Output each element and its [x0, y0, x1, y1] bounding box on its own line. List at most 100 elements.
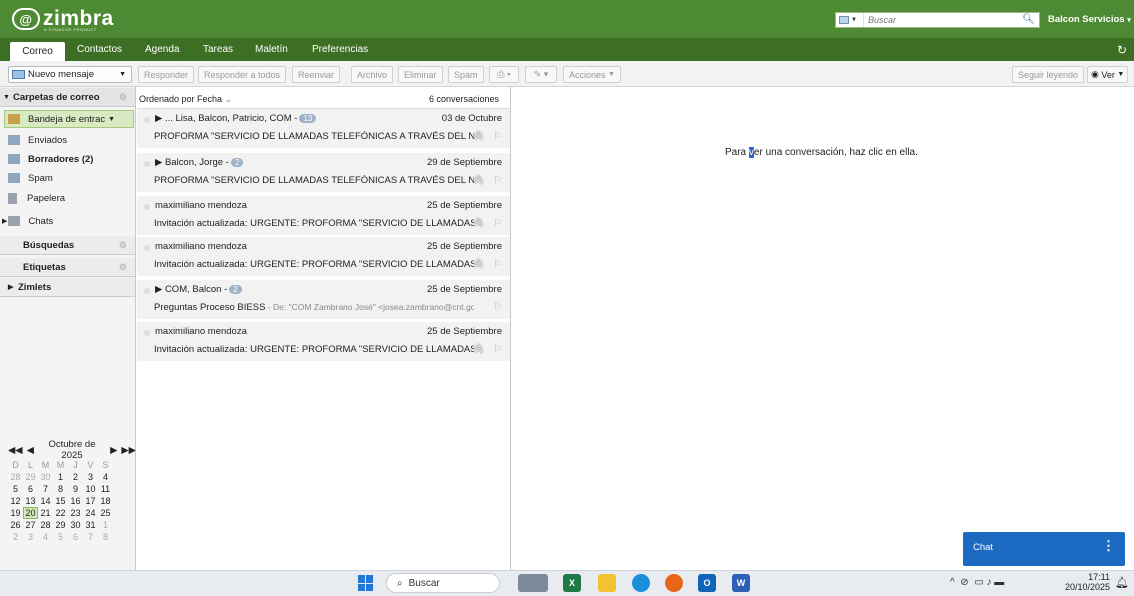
- more-options-icon[interactable]: ⋮: [1102, 538, 1115, 554]
- calendar-day[interactable]: 22: [53, 508, 68, 518]
- tab-preferencias[interactable]: Preferencias: [312, 44, 368, 55]
- calendar-day[interactable]: 8: [98, 532, 113, 542]
- prev-year-icon[interactable]: ◀◀: [8, 445, 23, 456]
- new-message-button[interactable]: Nuevo mensaje ▼: [8, 66, 132, 83]
- chevron-down-icon[interactable]: ▼: [108, 116, 115, 123]
- calendar-day[interactable]: 28: [8, 472, 23, 482]
- calendar-day[interactable]: 15: [53, 496, 68, 506]
- gear-icon[interactable]: ⚙: [119, 92, 127, 103]
- conversation-row[interactable]: ▶ Balcon, Jorge -2 29 de Septiembre PROFOR…: [137, 153, 510, 193]
- calendar-day[interactable]: 16: [68, 496, 83, 506]
- search-input[interactable]: [864, 13, 1014, 27]
- calendar-day[interactable]: 18: [98, 496, 113, 506]
- actions-dropdown[interactable]: Acciones ▼: [563, 66, 621, 83]
- calendar-day[interactable]: 7: [38, 484, 53, 494]
- sidebar-item-drafts[interactable]: Borradores (2): [8, 150, 134, 168]
- calendar-day[interactable]: 19: [8, 508, 23, 518]
- calendar-day[interactable]: 30: [68, 520, 83, 530]
- tab-correo[interactable]: Correo: [10, 42, 65, 61]
- unread-dot-icon[interactable]: [144, 245, 150, 251]
- unread-dot-icon[interactable]: [144, 204, 150, 210]
- archive-button[interactable]: Archivo: [351, 66, 394, 83]
- folders-header[interactable]: ▼ Carpetas de correo ⚙: [0, 88, 135, 107]
- calendar-day[interactable]: 5: [8, 484, 23, 494]
- battery-icon[interactable]: ▬: [994, 577, 1004, 588]
- tag-button[interactable]: ✎ ▾: [525, 66, 557, 83]
- calendar-day[interactable]: 3: [23, 532, 38, 542]
- print-button[interactable]: ⎙ ▾: [489, 66, 519, 83]
- next-year-icon[interactable]: ▶▶: [121, 445, 136, 456]
- taskbar-search[interactable]: ⌕ Buscar: [386, 573, 500, 593]
- reply-button[interactable]: Responder: [138, 66, 195, 83]
- calendar-day[interactable]: 8: [53, 484, 68, 494]
- notification-icon[interactable]: 🔔︎: [1115, 576, 1129, 589]
- unread-dot-icon[interactable]: [144, 288, 150, 294]
- system-tray[interactable]: ^ ⊘ ▭ ♪ ▬: [950, 577, 1004, 588]
- calendar-day[interactable]: 6: [68, 532, 83, 542]
- edge-icon[interactable]: [632, 574, 650, 592]
- calendar-day[interactable]: 2: [68, 472, 83, 482]
- conversation-row[interactable]: maximiliano mendoza 25 de Septiembre Invit…: [137, 196, 510, 236]
- calendar-day[interactable]: 17: [83, 496, 98, 506]
- unread-dot-icon[interactable]: [144, 330, 150, 336]
- calendar-day[interactable]: 4: [98, 472, 113, 482]
- calendar-day[interactable]: 29: [53, 520, 68, 530]
- spam-button[interactable]: Spam: [448, 66, 484, 83]
- delete-button[interactable]: Eliminar: [398, 66, 443, 83]
- calendar-day[interactable]: 25: [98, 508, 113, 518]
- firefox-icon[interactable]: [665, 574, 683, 592]
- conversation-row[interactable]: maximiliano mendoza 25 de Septiembre Invit…: [137, 322, 510, 362]
- flag-icon[interactable]: ⚐: [493, 344, 502, 355]
- sidebar-item-sent[interactable]: Enviados: [8, 131, 134, 149]
- next-month-icon[interactable]: ▶: [110, 445, 117, 456]
- reply-all-button[interactable]: Responder a todos: [198, 66, 287, 83]
- sidebar-item-inbox[interactable]: Bandeja de entrac ▼: [4, 110, 134, 128]
- widgets-icon[interactable]: [518, 574, 548, 592]
- volume-icon[interactable]: ♪: [986, 577, 991, 588]
- tab-agenda[interactable]: Agenda: [145, 44, 179, 55]
- calendar-day[interactable]: 5: [53, 532, 68, 542]
- calendar-day[interactable]: 4: [38, 532, 53, 542]
- calendar-day[interactable]: 29: [23, 472, 38, 482]
- chevron-up-icon[interactable]: ^: [950, 577, 955, 588]
- sidebar-item-chats[interactable]: ▶ Chats: [2, 212, 128, 230]
- keep-reading-button[interactable]: Seguir leyendo: [1012, 66, 1085, 83]
- conversation-row[interactable]: ▶ ... Lisa, Balcon, Patricio, COM -13 03 …: [137, 109, 510, 149]
- search-scope-dropdown[interactable]: ▼: [836, 13, 864, 27]
- calendar-day[interactable]: 28: [38, 520, 53, 530]
- prev-month-icon[interactable]: ◀: [27, 445, 34, 456]
- word-icon[interactable]: W: [732, 574, 750, 592]
- chat-widget[interactable]: Chat ⋮: [963, 532, 1125, 566]
- view-dropdown[interactable]: ◉ Ver ▼: [1087, 66, 1129, 83]
- calendar-day[interactable]: 2: [8, 532, 23, 542]
- tab-tareas[interactable]: Tareas: [203, 44, 233, 55]
- display-icon[interactable]: ▭: [974, 577, 983, 588]
- calendar-day[interactable]: 31: [83, 520, 98, 530]
- tab-maletin[interactable]: Maletín: [255, 44, 288, 55]
- calendar-day[interactable]: 13: [23, 496, 38, 506]
- chevron-down-icon[interactable]: ▼: [119, 71, 126, 78]
- windows-start-icon[interactable]: [358, 575, 374, 591]
- calendar-day[interactable]: 20: [23, 507, 38, 519]
- calendar-day[interactable]: 24: [83, 508, 98, 518]
- gear-icon[interactable]: ⚙: [119, 262, 127, 273]
- file-explorer-icon[interactable]: [598, 574, 616, 592]
- calendar-day[interactable]: 7: [83, 532, 98, 542]
- user-menu[interactable]: Balcon Servicios ▾: [1048, 14, 1131, 25]
- flag-icon[interactable]: ⚐: [493, 302, 502, 313]
- calendar-day[interactable]: 27: [23, 520, 38, 530]
- outlook-icon[interactable]: O: [698, 574, 716, 592]
- calendar-day[interactable]: 23: [68, 508, 83, 518]
- calendar-day[interactable]: 21: [38, 508, 53, 518]
- unread-dot-icon[interactable]: [144, 161, 150, 167]
- refresh-icon[interactable]: ↻: [1117, 43, 1127, 57]
- conversation-row[interactable]: ▶ COM, Balcon -2 25 de Septiembre Pregunta…: [137, 280, 510, 320]
- excel-icon[interactable]: X: [563, 574, 581, 592]
- calendar-day[interactable]: 14: [38, 496, 53, 506]
- calendar-day[interactable]: 6: [23, 484, 38, 494]
- zimlets-header[interactable]: ▶ Zimlets: [0, 278, 135, 297]
- network-icon[interactable]: ⊘: [960, 577, 968, 588]
- calendar-day[interactable]: 26: [8, 520, 23, 530]
- calendar-day[interactable]: 1: [98, 520, 113, 530]
- unread-dot-icon[interactable]: [144, 117, 150, 123]
